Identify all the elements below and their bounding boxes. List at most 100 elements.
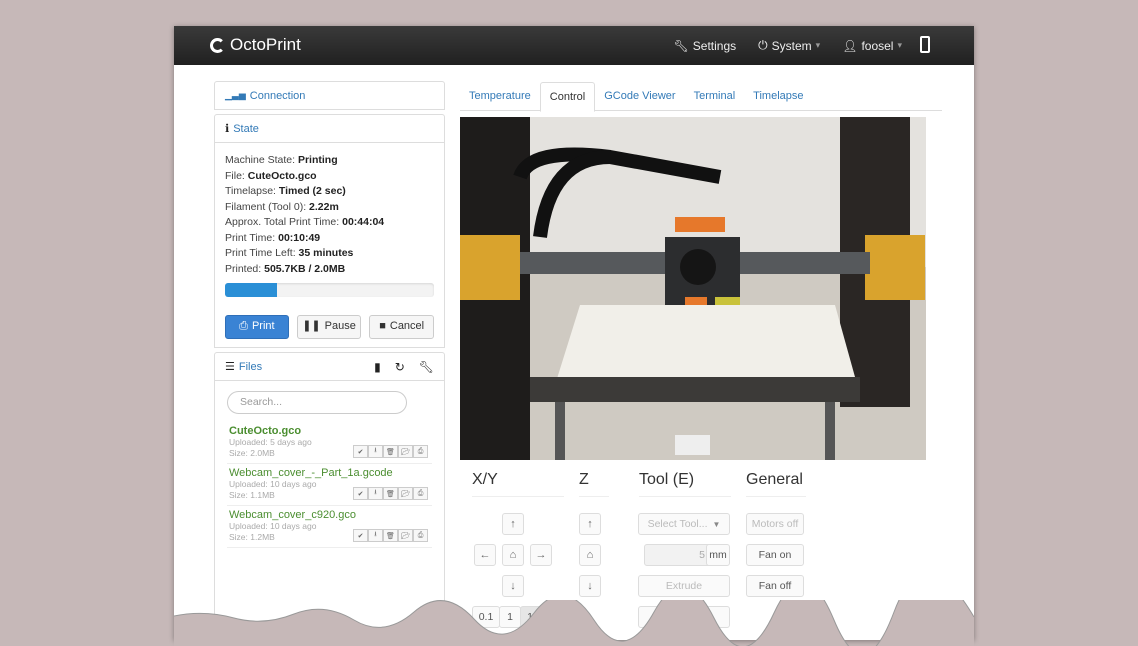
file-icon[interactable]: ▮ [374,360,381,374]
jog-z-plus-button[interactable]: ↑ [579,513,601,535]
tab-gcode-viewer[interactable]: GCode Viewer [595,82,684,110]
files-panel-header[interactable]: ☰ Files ▮ ↻ 🔧︎ [214,352,445,381]
files-label: Files [238,360,263,373]
file-search-input[interactable]: Search... [227,391,407,414]
state-row: Print Time Left: 35 minutes [225,247,354,259]
extrude-button[interactable]: Extrude [638,575,730,597]
mobile-icon[interactable] [920,36,930,53]
tab-timelapse[interactable]: Timelapse [744,82,812,110]
brand[interactable]: OctoPrint [210,35,301,55]
nav-system[interactable]: ⏻ System ▾ [758,38,820,53]
wrench-icon: 🔧︎ [673,38,689,53]
folder-icon[interactable]: 📂︎ [398,445,413,458]
print-button[interactable]: ⎙ Print [225,315,289,339]
webcam-stream [460,117,926,460]
download-icon[interactable]: ⭳ [368,445,383,458]
print-icon: ⎙ [239,320,248,333]
nav-system-label: System [771,38,812,53]
extrude-amount-input[interactable]: 5 [644,544,712,566]
pause-button[interactable]: ❚❚ Pause [296,315,362,339]
cancel-button[interactable]: ■ Cancel [369,315,434,339]
state-panel-header[interactable]: ℹ︎ State [214,114,445,143]
file-item[interactable]: Webcam_cover_c920.gco Uploaded: 10 days … [227,506,432,548]
chevron-down-icon: ▼ [712,519,721,529]
jog-y-plus-button[interactable]: ↑ [502,513,524,535]
trash-icon[interactable]: 🗑︎ [383,529,398,542]
chevron-down-icon: ▾ [815,40,821,50]
unit-label: mm [706,544,730,566]
pause-icon: ❚❚ [302,320,321,333]
jog-y-minus-button[interactable]: ↓ [502,575,524,597]
state-row: Timelapse: Timed (2 sec) [225,185,346,197]
jog-x-plus-button[interactable]: → [530,544,552,566]
arrow-down-icon: ↓ [587,580,593,592]
folder-icon[interactable]: 📂︎ [398,529,413,542]
arrow-left-icon: ← [479,549,491,561]
state-row: File: CuteOcto.gco [225,169,317,182]
xy-heading: X/Y [472,471,498,488]
motors-off-button[interactable]: Motors off [746,513,804,535]
torn-edge [174,600,974,646]
connection-panel-header[interactable]: ▁▃▅ Connection [214,81,445,110]
navbar: OctoPrint 🔧︎ Settings ⏻ System ▾ 👤︎ foos… [174,26,974,65]
refresh-icon[interactable]: ↻ [395,360,405,374]
home-z-button[interactable]: ⌂ [579,544,601,566]
file-name[interactable]: Webcam_cover_-_Part_1a.gcode [229,467,430,479]
nav-user[interactable]: 👤︎ foosel ▾ [842,39,902,53]
state-row: Filament (Tool 0): 2.22m [225,200,339,213]
jog-x-minus-button[interactable]: ← [474,544,496,566]
octoprint-window: OctoPrint 🔧︎ Settings ⏻ System ▾ 👤︎ foos… [174,26,974,640]
print-progress [225,283,434,297]
print-icon[interactable]: ⎙ [413,487,428,500]
tab-temperature[interactable]: Temperature [460,82,540,110]
trash-icon[interactable]: 🗑︎ [383,487,398,500]
general-heading: General [746,471,803,488]
home-xy-button[interactable]: ⌂ [502,544,524,566]
nav-settings[interactable]: 🔧︎ Settings [674,39,737,53]
list-icon: ☰ [225,361,235,373]
nav-settings-label: Settings [692,38,737,53]
fan-off-button[interactable]: Fan off [746,575,804,597]
chevron-down-icon[interactable]: ✔ [353,445,368,458]
chevron-down-icon[interactable]: ✔ [353,529,368,542]
print-progress-fill [225,283,278,297]
file-item[interactable]: CuteOcto.gco Uploaded: 5 days ago Size: … [227,422,432,464]
app-title: OctoPrint [230,35,301,54]
folder-icon[interactable]: 📂︎ [398,487,413,500]
info-icon: ℹ︎ [225,123,230,135]
state-row: Approx. Total Print Time: 00:44:04 [225,216,385,228]
arrow-up-icon: ↑ [587,518,593,530]
fan-on-button[interactable]: Fan on [746,544,804,566]
sidebar: ▁▃▅ Connection ℹ︎ State Machine State: P… [214,81,445,640]
select-tool-dropdown[interactable]: Select Tool... ▼ [638,513,730,535]
chevron-down-icon: ▾ [897,40,902,50]
tool-heading: Tool (E) [639,471,695,488]
connection-label: Connection [249,89,306,102]
trash-icon[interactable]: 🗑︎ [383,445,398,458]
jog-z-minus-button[interactable]: ↓ [579,575,601,597]
tab-terminal[interactable]: Terminal [685,82,745,110]
arrow-up-icon: ↑ [510,518,516,530]
state-row: Print Time: 00:10:49 [225,231,321,244]
file-item[interactable]: Webcam_cover_-_Part_1a.gcode Uploaded: 1… [227,464,432,506]
file-name[interactable]: Webcam_cover_c920.gco [229,509,430,521]
user-icon: 👤︎ [842,38,858,53]
state-row: Machine State: Printing [225,154,338,166]
file-name[interactable]: CuteOcto.gco [229,425,430,437]
state-panel-body: Machine State: Printing File: CuteOcto.g… [214,143,445,348]
arrow-right-icon: → [535,549,547,561]
webcam-image [460,117,926,460]
download-icon[interactable]: ⭳ [368,487,383,500]
state-label: State [233,122,259,135]
download-icon[interactable]: ⭳ [368,529,383,542]
wrench-icon[interactable]: 🔧︎ [419,360,434,374]
tab-bar: Temperature Control GCode Viewer Termina… [460,82,942,112]
tab-control[interactable]: Control [539,82,596,112]
print-icon[interactable]: ⎙ [413,529,428,542]
power-icon: ⏻ [758,38,768,52]
home-icon: ⌂ [586,549,594,561]
chevron-down-icon[interactable]: ✔ [353,487,368,500]
signal-icon: ▁▃▅ [225,90,246,100]
print-icon[interactable]: ⎙ [413,445,428,458]
octoprint-logo-icon [210,37,225,53]
